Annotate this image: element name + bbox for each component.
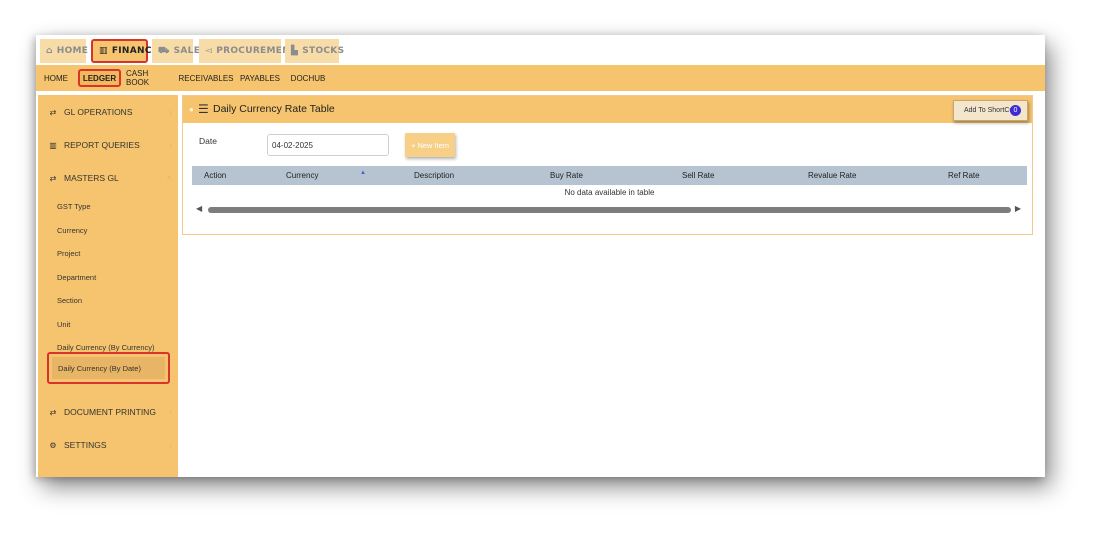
sidebar-group-masters-gl[interactable]: ⇄ MASTERS GL ˄ <box>38 163 178 193</box>
column-header-sell-rate[interactable]: Sell Rate <box>682 171 714 180</box>
submenu-payables[interactable]: PAYABLES <box>240 69 280 87</box>
scrollbar-thumb[interactable] <box>208 207 1011 213</box>
column-header-ref-rate[interactable]: Ref Rate <box>948 171 980 180</box>
module-tab-finance[interactable]: ▥ FINANCE <box>91 39 158 63</box>
sidebar-item-daily-currency-by-date[interactable]: Daily Currency (By Date) <box>47 352 170 384</box>
sidebar-item-gst-type[interactable]: GST Type <box>57 202 91 211</box>
page-title: Daily Currency Rate Table <box>213 103 335 115</box>
chart-icon: ▙ <box>291 46 299 56</box>
submenu-dochub[interactable]: DOCHUB <box>291 69 326 87</box>
chevron-right-icon: › <box>169 140 172 150</box>
module-tab-sales[interactable]: ⛟ SALES <box>152 39 207 63</box>
submenu-home[interactable]: HOME <box>42 69 70 87</box>
sidebar-group-label: SETTINGS <box>64 440 107 450</box>
hamburger-icon[interactable]: ☰ <box>198 102 209 116</box>
sidebar-group-label: MASTERS GL <box>64 173 119 183</box>
home-icon: ⌂ <box>46 46 53 56</box>
shortcut-label: Add To ShortCut <box>964 107 1016 114</box>
module-tab-label: HOME <box>56 46 89 56</box>
gears-icon: ⚙ <box>49 440 57 450</box>
horizontal-scrollbar[interactable]: ◀ ▶ <box>192 204 1027 216</box>
module-tab-stocks[interactable]: ▙ STOCKS <box>285 39 344 63</box>
cart-icon: ⛟ <box>158 45 170 56</box>
bar-chart-icon: ▥ <box>49 140 57 150</box>
new-item-button[interactable]: + New Item <box>405 133 455 157</box>
column-header-description[interactable]: Description <box>414 171 454 180</box>
sidebar-group-label: DOCUMENT PRINTING <box>64 407 156 417</box>
module-bar: ⌂ HOME ▥ FINANCE ⛟ SALES ◅ PROCUREMENT ▙… <box>36 35 1045 65</box>
sidebar-item-section[interactable]: Section <box>57 296 82 305</box>
sidebar-item-daily-currency-by-currency[interactable]: Daily Currency (By Currency) <box>57 343 155 352</box>
scroll-right-icon[interactable]: ▶ <box>1015 204 1021 213</box>
sidebar-item-unit[interactable]: Unit <box>57 320 70 329</box>
sidebar-group-label: GL OPERATIONS <box>64 107 133 117</box>
column-header-buy-rate[interactable]: Buy Rate <box>550 171 583 180</box>
submenu-ledger[interactable]: LEDGER <box>78 69 121 87</box>
chevron-right-icon: › <box>169 407 172 417</box>
date-label: Date <box>199 136 217 146</box>
content-panel: ● ☰ Daily Currency Rate Table Add To Sho… <box>182 95 1033 235</box>
module-tab-procurement[interactable]: ◅ PROCUREMENT <box>199 39 296 63</box>
submenu-bar: HOME LEDGER CASH BOOK RECEIVABLES PAYABL… <box>36 65 1045 91</box>
sidebar-group-document-printing[interactable]: ⇄ DOCUMENT PRINTING › <box>38 397 178 427</box>
shortcut-badge: 0 <box>1010 105 1021 116</box>
chevron-right-icon: › <box>169 440 172 450</box>
module-tab-home[interactable]: ⌂ HOME <box>40 39 89 63</box>
submenu-receivables[interactable]: RECEIVABLES <box>179 69 234 87</box>
sidebar-item-department[interactable]: Department <box>57 273 96 282</box>
megaphone-icon: ◅ <box>205 46 213 56</box>
plus-icon: + <box>410 140 416 150</box>
chevron-right-icon: › <box>169 107 172 117</box>
scroll-left-icon[interactable]: ◀ <box>196 204 202 213</box>
sidebar-group-gl-operations[interactable]: ⇄ GL OPERATIONS › <box>38 97 178 127</box>
exchange-icon: ⇄ <box>49 407 57 417</box>
panel-header: ● ☰ Daily Currency Rate Table Add To Sho… <box>183 96 1032 123</box>
chevron-up-icon: ˄ <box>166 173 172 183</box>
table-header: Action Currency ▲ Description Buy Rate S… <box>192 166 1027 185</box>
sort-ascending-icon[interactable]: ▲ <box>360 170 366 176</box>
sidebar: ⇄ GL OPERATIONS › ▥ REPORT QUERIES › ⇄ M… <box>38 95 178 477</box>
exchange-icon: ⇄ <box>49 173 57 183</box>
date-input[interactable] <box>267 134 389 156</box>
column-header-revalue-rate[interactable]: Revalue Rate <box>808 171 856 180</box>
empty-table-message: No data available in table <box>564 188 655 197</box>
new-item-label: New Item <box>417 140 450 150</box>
sidebar-group-report-queries[interactable]: ▥ REPORT QUERIES › <box>38 130 178 160</box>
sidebar-item-currency[interactable]: Currency <box>57 226 87 235</box>
status-dot-icon: ● <box>189 105 194 114</box>
app-window: ⌂ HOME ▥ FINANCE ⛟ SALES ◅ PROCUREMENT ▙… <box>36 35 1045 477</box>
sidebar-group-settings[interactable]: ⚙ SETTINGS › <box>38 430 178 460</box>
add-to-shortcut-button[interactable]: Add To ShortCut 0 <box>953 100 1028 121</box>
column-header-currency[interactable]: Currency <box>286 171 318 180</box>
sidebar-item-project[interactable]: Project <box>57 249 80 258</box>
module-tab-label: STOCKS <box>302 46 345 56</box>
column-header-action[interactable]: Action <box>204 171 226 180</box>
bank-icon: ▥ <box>99 46 108 56</box>
exchange-icon: ⇄ <box>49 107 57 117</box>
sidebar-group-label: REPORT QUERIES <box>64 140 140 150</box>
sidebar-item-label: Daily Currency (By Date) <box>52 357 165 379</box>
submenu-cash-book[interactable]: CASH BOOK <box>126 69 170 87</box>
